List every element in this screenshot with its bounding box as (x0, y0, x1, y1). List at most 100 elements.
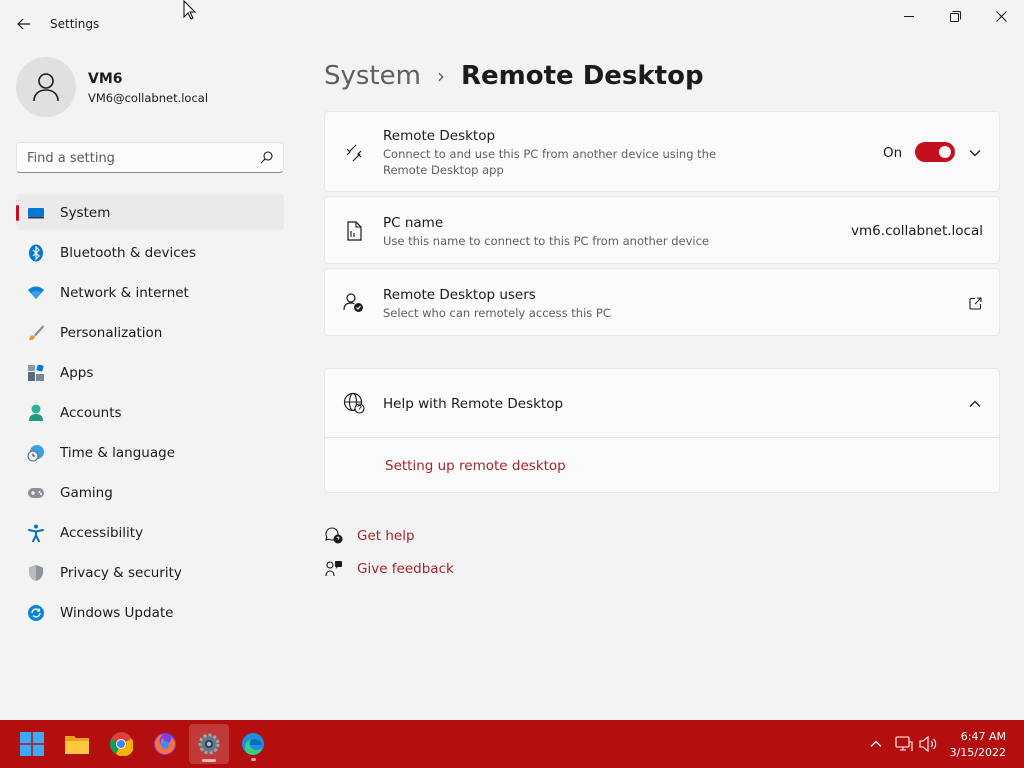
restore-button[interactable] (932, 4, 978, 28)
pc-name-value: vm6.collabnet.local (851, 223, 983, 239)
firefox-icon (154, 733, 176, 755)
network-tray-button[interactable] (894, 734, 914, 754)
globe-help-icon (343, 392, 365, 414)
sidebar-item-label: Accessibility (60, 525, 144, 541)
file-explorer-button[interactable] (57, 724, 97, 764)
sidebar-item-label: Accounts (60, 405, 122, 421)
divider (325, 437, 999, 438)
mouse-cursor-icon (183, 0, 197, 20)
sidebar-item-gaming[interactable]: Gaming (16, 474, 284, 510)
search-input[interactable] (27, 149, 247, 167)
bluetooth-icon (27, 244, 45, 262)
breadcrumb: System › Remote Desktop (324, 58, 704, 94)
sidebar-item-label: Network & internet (60, 285, 189, 301)
search-icon (260, 151, 273, 164)
file-explorer-icon (65, 736, 89, 754)
avatar (16, 57, 76, 117)
clock-globe-icon (27, 444, 45, 462)
sidebar-item-personalization[interactable]: Personalization (16, 314, 284, 350)
sidebar-item-network[interactable]: Network & internet (16, 274, 284, 310)
search-box[interactable] (16, 142, 284, 173)
settings-button[interactable] (189, 724, 229, 764)
clock-time: 6:47 AM (960, 730, 1006, 743)
title-bar: Settings (0, 0, 1024, 48)
person-icon (33, 73, 59, 102)
feedback-icon (324, 559, 344, 579)
help-card: Help with Remote Desktop Setting up remo… (324, 368, 1000, 493)
toggle-state-label: On (883, 145, 903, 161)
sidebar-item-label: Windows Update (60, 605, 174, 621)
close-button[interactable] (978, 4, 1024, 28)
profile-name: VM6 (88, 71, 123, 87)
settings-icon (198, 733, 220, 755)
edge-icon (242, 733, 264, 755)
rd-users-description: Select who can remotely access this PC (383, 306, 611, 320)
chevron-up-icon[interactable] (967, 396, 983, 412)
rd-users-title: Remote Desktop users (383, 287, 536, 303)
brush-icon (27, 324, 45, 342)
sidebar-item-system[interactable]: System (16, 194, 284, 230)
firefox-button[interactable] (145, 724, 185, 764)
profile-email: VM6@collabnet.local (88, 91, 209, 105)
gamepad-icon (27, 484, 45, 502)
sidebar-item-bluetooth[interactable]: Bluetooth & devices (16, 234, 284, 270)
shield-icon (27, 564, 45, 582)
users-icon (343, 292, 365, 314)
minimize-icon (904, 16, 914, 17)
remote-desktop-toggle[interactable] (915, 142, 955, 162)
wifi-icon (27, 284, 45, 302)
pc-name-title: PC name (383, 215, 444, 231)
setting-up-remote-desktop-link[interactable]: Setting up remote desktop (385, 458, 566, 474)
show-hidden-icons-button[interactable] (866, 734, 886, 754)
breadcrumb-parent-link[interactable]: System (324, 61, 421, 91)
sidebar-item-label: Gaming (60, 485, 113, 501)
start-button[interactable] (12, 724, 52, 764)
chrome-icon (109, 732, 133, 756)
active-app-indicator (202, 759, 216, 762)
remote-desktop-title: Remote Desktop (383, 128, 496, 144)
sidebar-item-privacy-security[interactable]: Privacy & security (16, 554, 284, 590)
chrome-button[interactable] (101, 724, 141, 764)
sidebar-item-label: Apps (60, 365, 94, 381)
running-app-indicator (251, 758, 256, 761)
apps-icon (27, 364, 45, 382)
sidebar-item-label: Time & language (60, 445, 176, 461)
sidebar-item-apps[interactable]: Apps (16, 354, 284, 390)
sidebar-item-windows-update[interactable]: Windows Update (16, 594, 284, 630)
restore-icon (949, 10, 961, 22)
minimize-button[interactable] (886, 4, 932, 28)
sidebar-item-label: Bluetooth & devices (60, 245, 197, 261)
speaker-icon (919, 736, 937, 752)
volume-tray-button[interactable] (918, 734, 938, 754)
sidebar-item-accounts[interactable]: Accounts (16, 394, 284, 430)
remote-desktop-card[interactable]: Remote Desktop Connect to and use this P… (324, 111, 1000, 192)
sidebar-item-label: System (60, 205, 111, 221)
chat-help-icon (324, 526, 344, 546)
arrow-left-icon (17, 18, 30, 30)
remote-desktop-icon (343, 142, 365, 164)
document-icon (343, 220, 365, 242)
chevron-down-icon[interactable] (967, 145, 983, 161)
give-feedback-label: Give feedback (357, 561, 454, 577)
pc-name-description: Use this name to connect to this PC from… (383, 234, 710, 248)
edge-button[interactable] (233, 724, 273, 764)
external-link-icon[interactable] (967, 295, 983, 311)
help-title[interactable]: Help with Remote Desktop (383, 396, 563, 412)
toggle-knob (939, 146, 951, 158)
sidebar-nav: System Bluetooth & devices Network & int… (16, 194, 284, 634)
person-icon (27, 404, 45, 422)
pc-name-card: PC name Use this name to connect to this… (324, 196, 1000, 264)
remote-desktop-description: Connect to and use this PC from another … (383, 147, 717, 177)
sidebar-item-time-language[interactable]: Time & language (16, 434, 284, 470)
network-monitor-icon (895, 736, 913, 751)
remote-desktop-users-card[interactable]: Remote Desktop users Select who can remo… (324, 268, 1000, 336)
sidebar-item-accessibility[interactable]: Accessibility (16, 514, 284, 550)
breadcrumb-separator: › (436, 64, 445, 88)
back-button[interactable] (12, 12, 36, 36)
sidebar-item-label: Personalization (60, 325, 163, 341)
accessibility-icon (27, 524, 45, 542)
system-clock[interactable]: 6:47 AM 3/15/2022 (950, 729, 1006, 761)
update-icon (27, 604, 45, 622)
start-icon (20, 732, 44, 756)
system-icon (27, 204, 45, 222)
